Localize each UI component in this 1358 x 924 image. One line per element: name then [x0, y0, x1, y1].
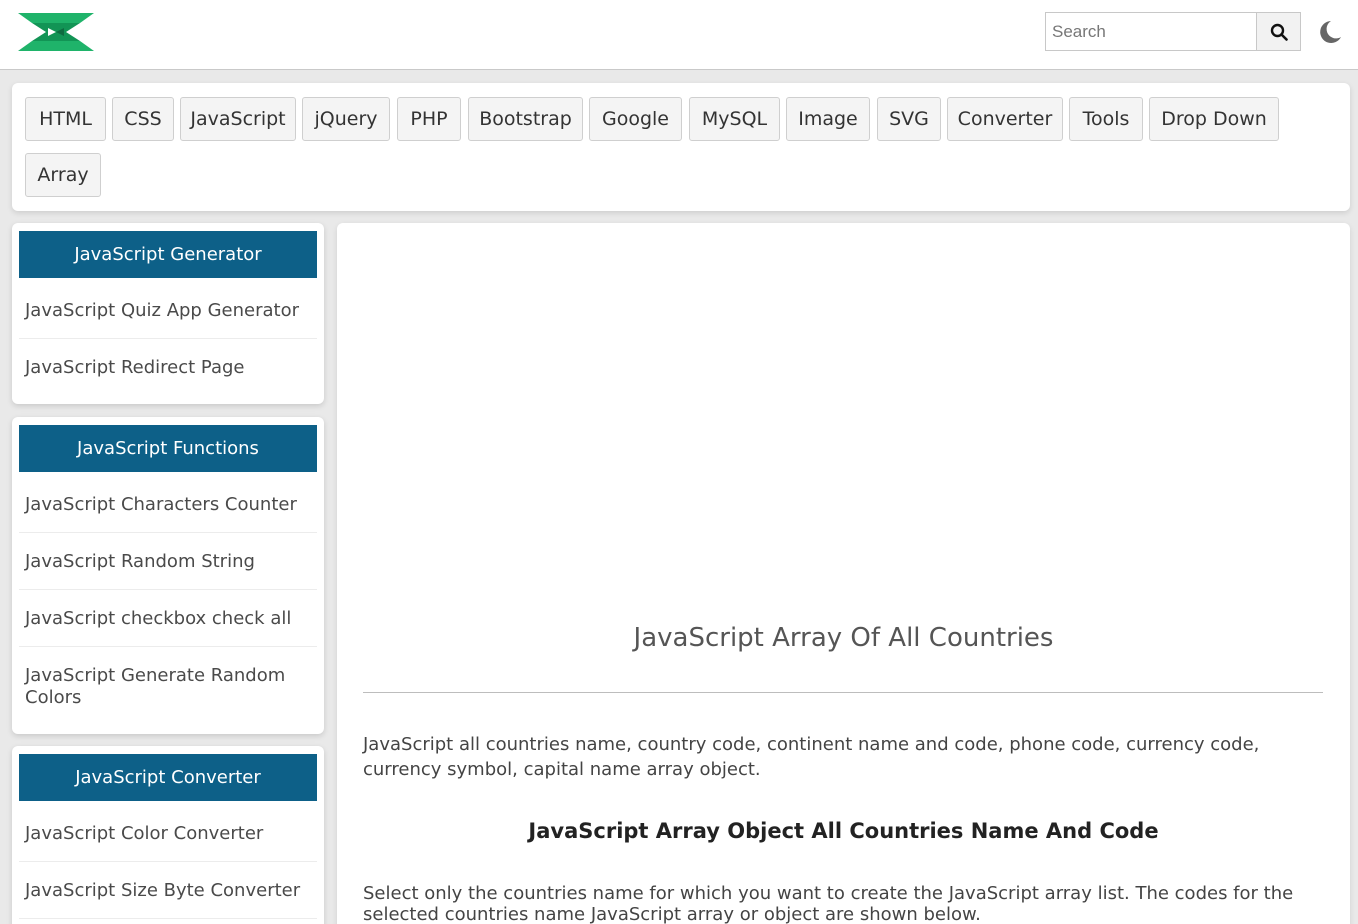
nav-item-converter[interactable]: Converter: [947, 97, 1063, 141]
nav-item-google[interactable]: Google: [589, 97, 682, 141]
search-icon: [1270, 23, 1288, 41]
category-nav: HTML CSS JavaScript jQuery PHP Bootstrap…: [12, 83, 1350, 211]
nav-item-css[interactable]: CSS: [112, 97, 174, 141]
sidebar-link[interactable]: JavaScript Size Byte Converter: [19, 862, 317, 919]
nav-item-image[interactable]: Image: [786, 97, 870, 141]
nav-item-drop-down[interactable]: Drop Down: [1149, 97, 1279, 141]
sidebar-link[interactable]: JavaScript Color Converter: [19, 805, 317, 862]
sidebar-card-converter: JavaScript Converter JavaScript Color Co…: [12, 746, 324, 924]
nav-item-php[interactable]: PHP: [397, 97, 461, 141]
nav-item-tools[interactable]: Tools: [1069, 97, 1143, 141]
sidebar-card-generator: JavaScript Generator JavaScript Quiz App…: [12, 223, 324, 404]
page-title: JavaScript Array Of All Countries: [633, 623, 1054, 653]
search-input[interactable]: [1045, 12, 1257, 51]
sidebar-card-functions: JavaScript Functions JavaScript Characte…: [12, 417, 324, 734]
nav-item-html[interactable]: HTML: [25, 97, 106, 141]
sidebar-link[interactable]: JavaScript checkbox check all: [19, 590, 317, 647]
moon-icon[interactable]: [1315, 18, 1343, 46]
sidebar-card-title: JavaScript Functions: [19, 425, 317, 472]
sidebar-link[interactable]: JavaScript Random String: [19, 533, 317, 590]
sidebar-link[interactable]: JavaScript Generate Random Colors: [19, 647, 317, 727]
sidebar-link[interactable]: JavaScript Quiz App Generator: [19, 282, 317, 339]
search-button[interactable]: [1256, 12, 1301, 51]
nav-item-jquery[interactable]: jQuery: [302, 97, 390, 141]
sidebar-card-title: JavaScript Converter: [19, 754, 317, 801]
section-heading: JavaScript Array Object All Countries Na…: [528, 819, 1159, 843]
sidebar-link[interactable]: JavaScript Redirect Page: [19, 339, 317, 396]
sidebar-link[interactable]: JavaScript Characters Counter: [19, 476, 317, 533]
nav-item-array[interactable]: Array: [25, 153, 101, 197]
main-content: JavaScript Array Of All Countries JavaSc…: [337, 223, 1350, 924]
site-header: [0, 0, 1358, 70]
logo-icon[interactable]: [18, 13, 94, 51]
instructions-text: Select only the countries name for which…: [363, 883, 1294, 924]
nav-item-bootstrap[interactable]: Bootstrap: [468, 97, 583, 141]
sidebar-card-title: JavaScript Generator: [19, 231, 317, 278]
title-divider: [363, 692, 1323, 693]
intro-text: JavaScript all countries name, country c…: [363, 734, 1260, 780]
nav-item-mysql[interactable]: MySQL: [689, 97, 780, 141]
nav-item-svg[interactable]: SVG: [877, 97, 941, 141]
nav-item-javascript[interactable]: JavaScript: [180, 97, 296, 141]
search-form: [1045, 12, 1301, 51]
